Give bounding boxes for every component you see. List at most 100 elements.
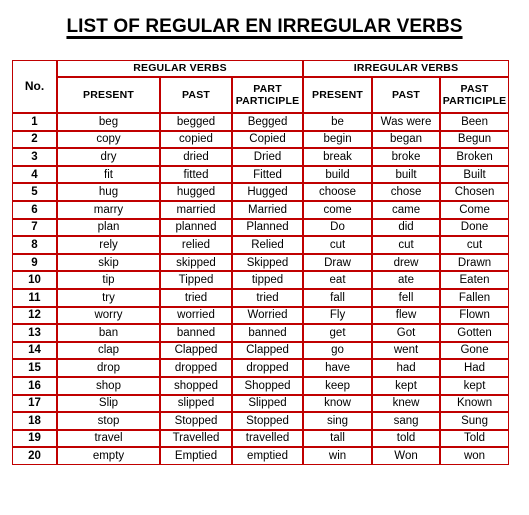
cell-irregular-past: Won (372, 447, 441, 465)
row-number: 13 (12, 324, 57, 342)
cell-regular-present: stop (57, 412, 160, 430)
cell-irregular-present: keep (303, 376, 373, 395)
cell-irregular-past: broke (372, 148, 441, 166)
cell-irregular-past-participle: Begun (440, 130, 510, 149)
cell-irregular-past: fell (372, 288, 441, 307)
column-header-irregular-past: PAST (372, 77, 441, 113)
row-number: 17 (12, 394, 57, 413)
cell-regular-past: begged (160, 113, 232, 131)
cell-regular-past: dropped (160, 359, 232, 377)
cell-regular-past: dried (160, 148, 232, 166)
row-number: 4 (12, 165, 57, 184)
cell-regular-past: slipped (160, 394, 232, 413)
table-row: 10 tip Tipped tipped eat ate Eaten (12, 271, 510, 289)
cell-regular-past: worried (160, 306, 232, 325)
cell-regular-part-participle: tipped (232, 271, 304, 289)
table-row: 16 shop shopped Shopped keep kept kept (12, 376, 510, 395)
cell-regular-present: clap (57, 341, 160, 360)
cell-irregular-past: went (372, 341, 441, 360)
cell-irregular-past: had (372, 359, 441, 377)
verb-table: No. REGULAR VERBS IRREGULAR VERBS PRESEN… (12, 60, 510, 465)
cell-regular-present: copy (57, 130, 160, 149)
cell-irregular-past-participle: Sung (440, 412, 510, 430)
cell-irregular-past-participle: Gotten (440, 324, 510, 342)
cell-regular-present: hug (57, 183, 160, 201)
cell-regular-part-participle: Skipped (232, 253, 304, 272)
table-row: 19 travel Travelled travelled tall told Told (12, 429, 510, 448)
column-group-irregular-verbs: IRREGULAR VERBS (303, 60, 510, 77)
row-number: 7 (12, 218, 57, 237)
cell-irregular-past-participle: Drawn (440, 253, 510, 272)
cell-irregular-past: knew (372, 394, 441, 413)
row-number: 2 (12, 130, 57, 149)
cell-regular-present: plan (57, 218, 160, 237)
table-row: 14 clap Clapped Clapped go went Gone (12, 341, 510, 360)
cell-regular-part-participle: Relied (232, 236, 304, 254)
cell-regular-present: empty (57, 447, 160, 465)
cell-regular-part-participle: Stopped (232, 412, 304, 430)
row-number: 9 (12, 253, 57, 272)
cell-irregular-present: fall (303, 288, 373, 307)
cell-regular-part-participle: dropped (232, 359, 304, 377)
table-row: 11 try tried tried fall fell Fallen (12, 288, 510, 307)
cell-regular-past: relied (160, 236, 232, 254)
cell-regular-present: dry (57, 148, 160, 166)
cell-regular-present: try (57, 288, 160, 307)
table-header: No. REGULAR VERBS IRREGULAR VERBS PRESEN… (12, 60, 510, 113)
row-number: 6 (12, 200, 57, 219)
cell-irregular-present: know (303, 394, 373, 413)
table-row: 4 fit fitted Fitted build built Built (12, 165, 510, 184)
column-header-no: No. (12, 60, 57, 113)
cell-regular-part-participle: Shopped (232, 376, 304, 395)
table-row: 3 dry dried Dried break broke Broken (12, 148, 510, 166)
cell-irregular-past-participle: Been (440, 113, 510, 131)
cell-regular-part-participle: Hugged (232, 183, 304, 201)
cell-irregular-past-participle: won (440, 447, 510, 465)
cell-regular-present: drop (57, 359, 160, 377)
column-header-regular-past: PAST (160, 77, 232, 113)
cell-regular-present: marry (57, 200, 160, 219)
column-header-regular-present: PRESENT (57, 77, 160, 113)
cell-irregular-present: come (303, 200, 373, 219)
cell-irregular-present: begin (303, 130, 373, 149)
page-title-text: LIST OF REGULAR EN IRREGULAR VERBS (66, 16, 463, 37)
cell-irregular-past-participle: cut (440, 236, 510, 254)
table-row: 8 rely relied Relied cut cut cut (12, 236, 510, 254)
verb-table-container: No. REGULAR VERBS IRREGULAR VERBS PRESEN… (12, 60, 510, 465)
cell-irregular-present: be (303, 113, 373, 131)
row-number: 10 (12, 271, 57, 289)
cell-irregular-past: began (372, 130, 441, 149)
cell-regular-present: ban (57, 324, 160, 342)
cell-regular-past: skipped (160, 253, 232, 272)
cell-irregular-present: eat (303, 271, 373, 289)
table-row: 5 hug hugged Hugged choose chose Chosen (12, 183, 510, 201)
cell-regular-present: worry (57, 306, 160, 325)
cell-regular-present: fit (57, 165, 160, 184)
row-number: 15 (12, 359, 57, 377)
cell-regular-past: tried (160, 288, 232, 307)
cell-irregular-present: get (303, 324, 373, 342)
cell-regular-present: tip (57, 271, 160, 289)
header-subcolumn-row: PRESENT PAST PART PARTICIPLE PRESENT PAS… (12, 77, 510, 113)
cell-irregular-past: ate (372, 271, 441, 289)
table-row: 7 plan planned Planned Do did Done (12, 218, 510, 237)
cell-irregular-present: break (303, 148, 373, 166)
cell-irregular-present: Do (303, 218, 373, 237)
cell-regular-part-participle: tried (232, 288, 304, 307)
cell-irregular-present: Fly (303, 306, 373, 325)
cell-irregular-past-participle: Gone (440, 341, 510, 360)
cell-irregular-present: go (303, 341, 373, 360)
cell-regular-past: Travelled (160, 429, 232, 448)
cell-irregular-present: Draw (303, 253, 373, 272)
table-row: 18 stop Stopped Stopped sing sang Sung (12, 412, 510, 430)
table-row: 20 empty Emptied emptied win Won won (12, 447, 510, 465)
cell-irregular-past-participle: Fallen (440, 288, 510, 307)
cell-irregular-past-participle: Known (440, 394, 510, 413)
cell-irregular-present: tall (303, 429, 373, 448)
cell-regular-part-participle: Clapped (232, 341, 304, 360)
row-number: 18 (12, 412, 57, 430)
table-body: 1 beg begged Begged be Was were Been 2 copy copie… (12, 113, 510, 465)
row-number: 19 (12, 429, 57, 448)
column-group-regular-verbs: REGULAR VERBS (57, 60, 304, 77)
cell-irregular-past-participle: Had (440, 359, 510, 377)
